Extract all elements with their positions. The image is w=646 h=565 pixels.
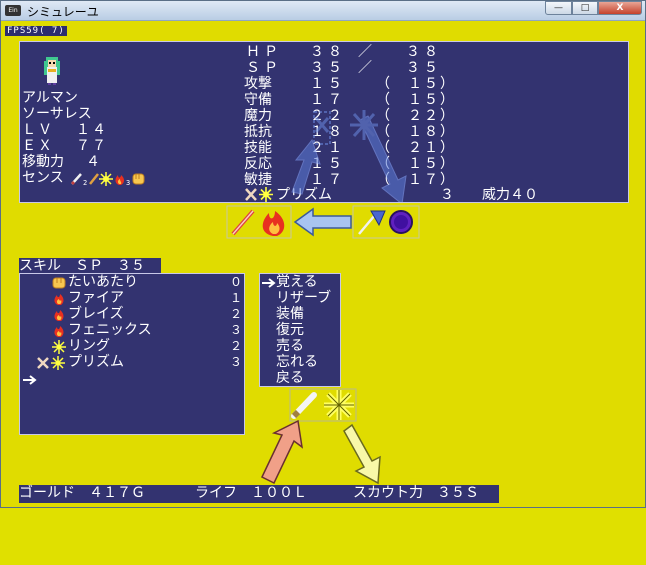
maximize-button[interactable]: □ bbox=[572, 1, 598, 15]
app-icon: Ein bbox=[5, 5, 21, 16]
skill-name[interactable]: ファイア bbox=[68, 290, 124, 306]
menu-item-reserve[interactable]: リザーブ bbox=[276, 290, 331, 306]
character-sprite-icon bbox=[44, 57, 60, 85]
title-bar[interactable]: Ein シミュレーユ — □ X bbox=[1, 1, 645, 21]
stat-label-skill: 技能 bbox=[244, 140, 272, 156]
menu-item-equip[interactable]: 装備 bbox=[276, 306, 304, 322]
stat-label-defense: 守備 bbox=[244, 92, 272, 108]
skill-cost: ２ bbox=[230, 307, 243, 321]
fist-icon bbox=[52, 277, 66, 289]
menu-item-sell[interactable]: 売る bbox=[276, 338, 304, 354]
sp-max: ３５ bbox=[406, 60, 442, 76]
status-bar: ゴールド ４１７Ｇ ライフ １００Ｌ スカウト力 ３５Ｓ bbox=[19, 485, 499, 503]
staff-icon bbox=[89, 173, 99, 185]
left-arrow-icon bbox=[293, 207, 352, 237]
hp-current: ３８ bbox=[310, 44, 346, 60]
stat-value-attack: １５ bbox=[310, 76, 346, 92]
skill-cost: ０ bbox=[230, 275, 243, 289]
skill-name[interactable]: フェニックス bbox=[68, 322, 152, 338]
command-menu: 覚える リザーブ 装備 復元 売る 忘れる 戻る bbox=[259, 273, 341, 387]
fps-counter: FPS59( 7) bbox=[5, 26, 67, 36]
close-button[interactable]: X bbox=[598, 1, 642, 15]
menu-item-restore[interactable]: 復元 bbox=[276, 322, 304, 338]
svg-text:3: 3 bbox=[126, 179, 130, 186]
move-label: 移動力 bbox=[22, 154, 64, 170]
menu-item-learn[interactable]: 覚える bbox=[276, 274, 318, 290]
skill-list-panel: たいあたり ０ ファイア １ ブレイズ ２ フェニックス ３ リング ２ プリズ… bbox=[19, 273, 245, 435]
orb-icon bbox=[389, 210, 413, 234]
fire-icon bbox=[54, 310, 64, 321]
sp-current: ３５ bbox=[310, 60, 346, 76]
move-value: ４ bbox=[86, 154, 100, 170]
lv-value: １４ bbox=[76, 122, 108, 138]
skill-cost: ３ bbox=[230, 323, 243, 337]
hp-max: ３８ bbox=[406, 44, 442, 60]
stat-label-reaction: 反応 bbox=[244, 156, 272, 172]
menu-item-forget[interactable]: 忘れる bbox=[276, 354, 318, 370]
sp-label: ＳＰ bbox=[246, 60, 282, 76]
skill-name[interactable]: たいあたり bbox=[68, 274, 138, 290]
prism-icon bbox=[37, 356, 65, 370]
ex-label: ＥＸ bbox=[22, 138, 54, 154]
minimize-button[interactable]: — bbox=[545, 1, 572, 15]
window-title: シミュレーユ bbox=[27, 5, 99, 19]
skill-cost: ２ bbox=[230, 339, 243, 353]
skill-cost: １ bbox=[230, 291, 243, 305]
hp-label: ＨＰ bbox=[246, 44, 282, 60]
stat-label-agility: 敏捷 bbox=[244, 172, 272, 188]
cursor-arrow-icon bbox=[262, 278, 276, 288]
fire-icon bbox=[54, 326, 64, 337]
lv-label: ＬＶ bbox=[22, 122, 54, 138]
sp-separator: ／ bbox=[358, 60, 372, 76]
svg-text:2: 2 bbox=[83, 179, 87, 186]
sword-icon bbox=[70, 173, 82, 186]
skill-name[interactable]: プリズム bbox=[68, 354, 124, 370]
skill-name[interactable]: リング bbox=[68, 338, 110, 354]
gold-display: ゴールド ４１７Ｇ bbox=[19, 485, 145, 501]
equip-count: ３ bbox=[440, 187, 454, 203]
game-window: Ein シミュレーユ — □ X FPS59( 7) アルマン ソーサレス ＬＶ… bbox=[0, 0, 646, 508]
skill-cost: ３ bbox=[230, 355, 243, 369]
sense-label: センス bbox=[22, 170, 64, 186]
cursor-arrow-icon bbox=[23, 375, 37, 385]
stat-label-magic: 魔力 bbox=[244, 108, 272, 124]
skill-name[interactable]: ブレイズ bbox=[68, 306, 124, 322]
light-icon bbox=[324, 390, 354, 420]
equip-power: 威力４０ bbox=[482, 187, 538, 203]
up-right-arrow-icon bbox=[261, 419, 304, 485]
skill-header: スキル ＳＰ ３５ bbox=[19, 258, 161, 274]
fire-icon bbox=[54, 294, 64, 305]
stat-base-attack: （ １５） bbox=[376, 76, 456, 92]
life-display: ライフ １００Ｌ bbox=[195, 485, 307, 501]
fusion-row bbox=[226, 205, 420, 239]
ex-value: ７７ bbox=[76, 138, 108, 154]
light-icon bbox=[99, 172, 113, 186]
down-right-arrow-icon bbox=[343, 423, 381, 485]
stat-label-resist: 抵抗 bbox=[244, 124, 272, 140]
fire-icon bbox=[115, 175, 124, 185]
stat-label-attack: 攻撃 bbox=[244, 76, 272, 92]
scout-display: スカウト力 ３５Ｓ bbox=[353, 485, 479, 501]
fusion-arrows-overlay bbox=[291, 110, 407, 202]
fist-icon bbox=[132, 173, 145, 185]
sense-icons: 2 3 bbox=[70, 172, 145, 186]
character-name: アルマン bbox=[22, 90, 78, 106]
character-class: ソーサレス bbox=[22, 106, 92, 122]
menu-item-back[interactable]: 戻る bbox=[276, 370, 304, 386]
light-icon bbox=[52, 340, 66, 354]
hp-separator: ／ bbox=[358, 44, 372, 60]
status-panel: アルマン ソーサレス ＬＶ １４ ＥＸ ７７ 移動力 ４ センス 2 3 ＨＰ … bbox=[19, 41, 629, 203]
